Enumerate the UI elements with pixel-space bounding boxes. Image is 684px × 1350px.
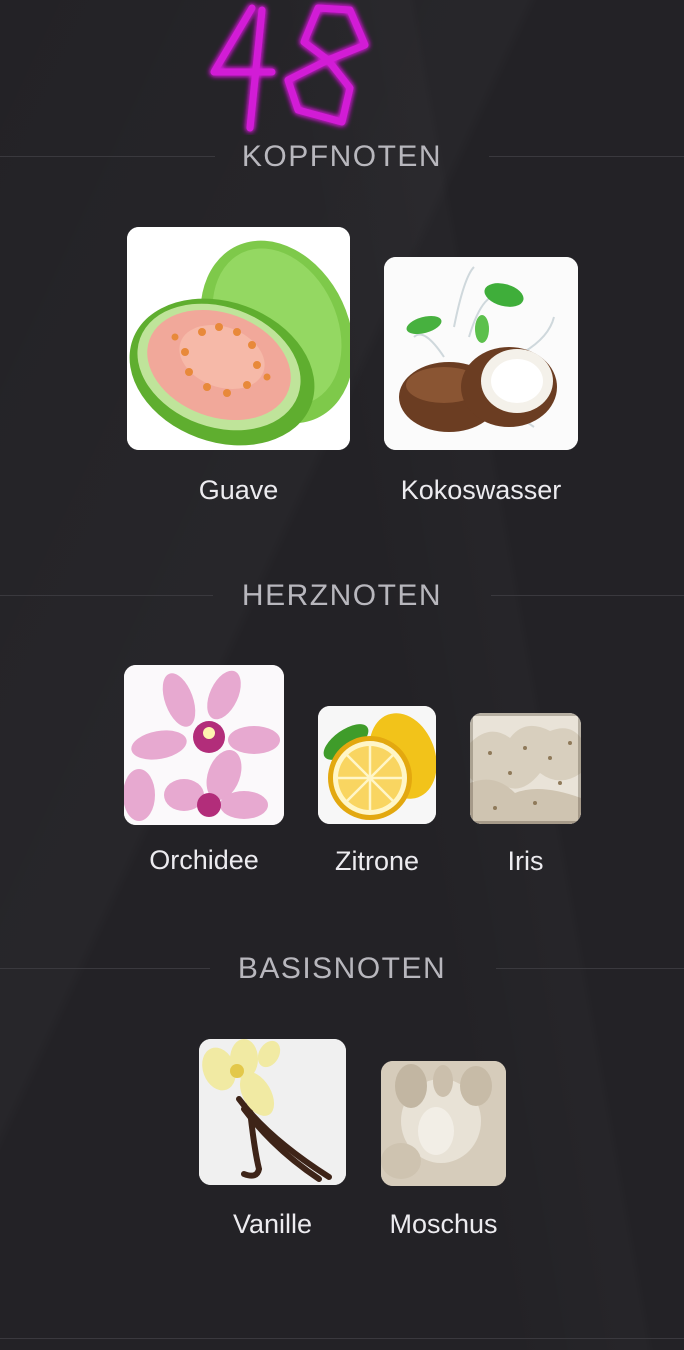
musk-image <box>381 1061 506 1186</box>
note-label: Kokoswasser <box>400 475 562 505</box>
note-label: Iris <box>507 846 544 876</box>
section-header-top-notes: KOPFNOTEN <box>0 137 684 177</box>
note-card-iris[interactable]: Iris <box>470 713 581 876</box>
vanilla-image <box>199 1039 346 1185</box>
note-card-orchid[interactable]: Orchidee <box>124 665 284 875</box>
guava-image <box>127 227 350 450</box>
neon-number-badge: 48 <box>200 0 380 135</box>
iris-root-image <box>470 713 581 824</box>
note-card-coconut-water[interactable]: Kokoswasser <box>384 257 578 505</box>
section-header-heart-notes: HERZNOTEN <box>0 576 684 616</box>
note-card-guava[interactable]: Guave <box>127 227 350 505</box>
coconut-water-image <box>384 257 578 450</box>
section-title: HERZNOTEN <box>241 579 443 612</box>
note-label: Moschus <box>389 1209 498 1239</box>
section-title: KOPFNOTEN <box>241 140 443 173</box>
note-card-vanilla[interactable]: Vanille <box>199 1039 346 1239</box>
orchid-image <box>124 665 284 825</box>
bottom-divider <box>0 1338 684 1339</box>
section-header-base-notes: BASISNOTEN <box>0 949 684 989</box>
note-card-musk[interactable]: Moschus <box>381 1061 506 1239</box>
section-title: BASISNOTEN <box>237 952 447 985</box>
lemon-image <box>318 706 436 824</box>
note-card-lemon[interactable]: Zitrone <box>318 706 436 876</box>
